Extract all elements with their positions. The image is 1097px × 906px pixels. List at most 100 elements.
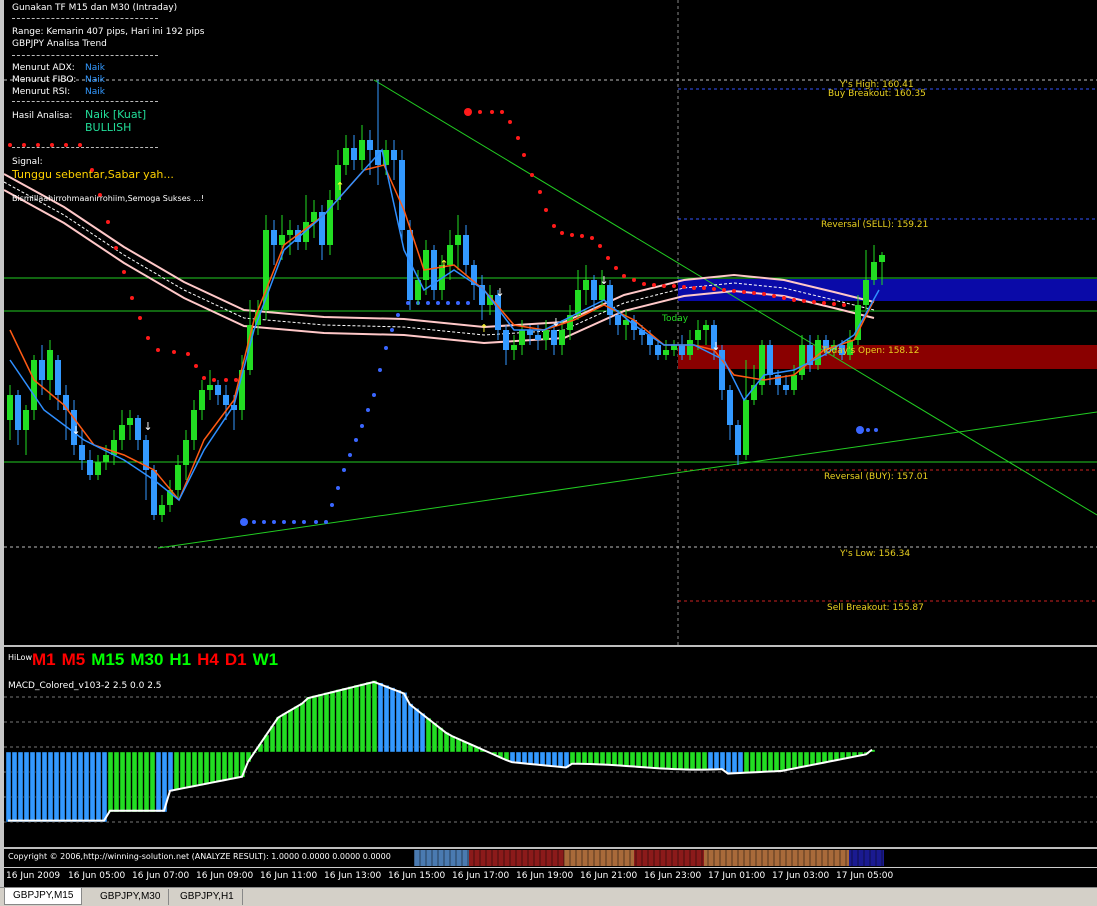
reversal-sell-label: Reversal (SELL): 159.21 <box>821 220 929 230</box>
candle-body <box>7 395 13 420</box>
macd-bar <box>611 751 618 766</box>
timeframe-m1: M1 <box>32 650 56 669</box>
chart-window: ↓ ↓ ↑ ↑ ↑ ↓ ↓ ↓ ↓ Gunakan TF M15 dan M30 (Intrad… <box>0 0 1097 906</box>
red-sar-dot <box>642 282 646 286</box>
macd-bar <box>641 751 648 768</box>
candle-body <box>767 345 773 375</box>
macd-bar <box>389 687 396 753</box>
copyright-text: Copyright © 2006,http://winning-solution… <box>8 852 391 861</box>
macd-window[interactable]: MACD_Colored_v103-2 2.5 0.0 2.5 <box>4 677 1097 849</box>
macd-bar <box>719 751 726 770</box>
candle-body <box>351 148 357 160</box>
red-sar-dot <box>490 110 494 114</box>
candle-body <box>15 395 21 430</box>
analyze-segment <box>849 850 884 866</box>
candle-body <box>743 400 749 455</box>
red-sar-dot <box>538 190 542 194</box>
candle-body <box>599 285 605 300</box>
macd-bar <box>197 751 204 786</box>
macd-bar <box>803 751 810 767</box>
macd-bar <box>143 751 150 813</box>
blue-sar-dot <box>406 301 410 305</box>
red-sar-dot <box>606 256 610 260</box>
time-axis-label: 16 Jun 07:00 <box>132 871 190 881</box>
macd-bar <box>167 751 174 792</box>
macd-bar <box>119 751 126 813</box>
signal-arrow-icon: ↓ <box>599 274 608 287</box>
time-axis-label: 16 Jun 15:00 <box>388 871 446 881</box>
buy-zone-band <box>678 279 1097 301</box>
macd-bar <box>401 692 408 753</box>
macd-bar <box>713 751 720 770</box>
candle-body <box>503 330 509 350</box>
macd-bar <box>623 751 630 767</box>
macd-bar <box>11 751 18 823</box>
candle-body <box>151 470 157 515</box>
macd-bar <box>665 751 672 770</box>
red-sar-dot <box>186 352 190 356</box>
macd-bar <box>731 751 738 774</box>
candle-body <box>655 345 661 355</box>
macd-bar <box>173 751 180 791</box>
signal-arrow-icon: ↓ <box>551 316 560 329</box>
red-sar-dot <box>622 274 626 278</box>
macd-bar <box>215 751 222 783</box>
macd-bar <box>809 751 816 766</box>
candle-body <box>863 280 869 305</box>
candle-body <box>551 330 557 345</box>
macd-bar <box>377 682 384 753</box>
macd-bar <box>107 751 114 813</box>
macd-bar <box>599 751 606 765</box>
macd-bar <box>275 716 282 753</box>
red-sar-dot <box>138 316 142 320</box>
time-axis-label: 16 Jun 05:00 <box>68 871 126 881</box>
blue-sar-dot <box>466 301 470 305</box>
candle-body <box>87 460 93 475</box>
red-sar-dot <box>464 108 472 116</box>
macd-bar <box>659 751 666 769</box>
info-divider <box>12 18 158 19</box>
candle-body <box>679 345 685 355</box>
candle-body <box>519 330 525 345</box>
macd-bar <box>785 751 792 771</box>
signal-arrow-icon: ↑ <box>335 180 344 193</box>
macd-bar <box>191 751 198 787</box>
macd-bar <box>155 751 162 813</box>
info-divider <box>12 101 158 102</box>
chart-tab[interactable]: GBPJPY,H1 <box>172 889 243 905</box>
macd-bar <box>233 751 240 779</box>
macd-bar <box>149 751 156 813</box>
red-sar-dot <box>598 244 602 248</box>
timeframe-w1: W1 <box>252 650 279 669</box>
red-sar-dot <box>762 292 766 296</box>
macd-bar <box>749 751 756 773</box>
time-axis-label: 16 Jun 17:00 <box>452 871 510 881</box>
info-tf-advice: Gunakan TF M15 dan M30 (Intraday) <box>12 3 178 13</box>
red-sar-dot <box>508 120 512 124</box>
blue-sar-dot <box>252 520 256 524</box>
candle-body <box>463 235 469 265</box>
chart-tab[interactable]: GBPJPY,M15 <box>4 888 83 905</box>
timeframe-h1: H1 <box>169 650 192 669</box>
candle-body <box>735 425 741 455</box>
macd-bar <box>545 751 552 767</box>
macd-bar <box>407 703 414 753</box>
macd-bar <box>137 751 144 813</box>
time-axis: 16 Jun 2009 16 Jun 05:00 16 Jun 07:00 16 Ju… <box>4 867 1097 888</box>
chart-tab[interactable]: GBPJPY,M30 <box>92 889 170 905</box>
macd-bar <box>209 751 216 784</box>
blue-sar-dot <box>874 428 878 432</box>
trendline-up <box>157 411 1097 549</box>
candle-body <box>191 410 197 440</box>
candle-body <box>879 255 885 262</box>
candle-body <box>775 375 781 385</box>
macd-bar <box>179 751 186 790</box>
red-sar-dot <box>156 348 160 352</box>
price-chart[interactable]: ↓ ↓ ↑ ↑ ↑ ↓ ↓ ↓ ↓ Gunakan TF M15 dan M30 (Intrad… <box>4 0 1097 647</box>
macd-bar <box>743 751 750 774</box>
red-sar-dot <box>580 234 584 238</box>
macd-bar <box>677 751 684 770</box>
candle-body <box>47 350 53 380</box>
red-sar-dot <box>712 287 716 291</box>
macd-bar <box>569 751 576 765</box>
